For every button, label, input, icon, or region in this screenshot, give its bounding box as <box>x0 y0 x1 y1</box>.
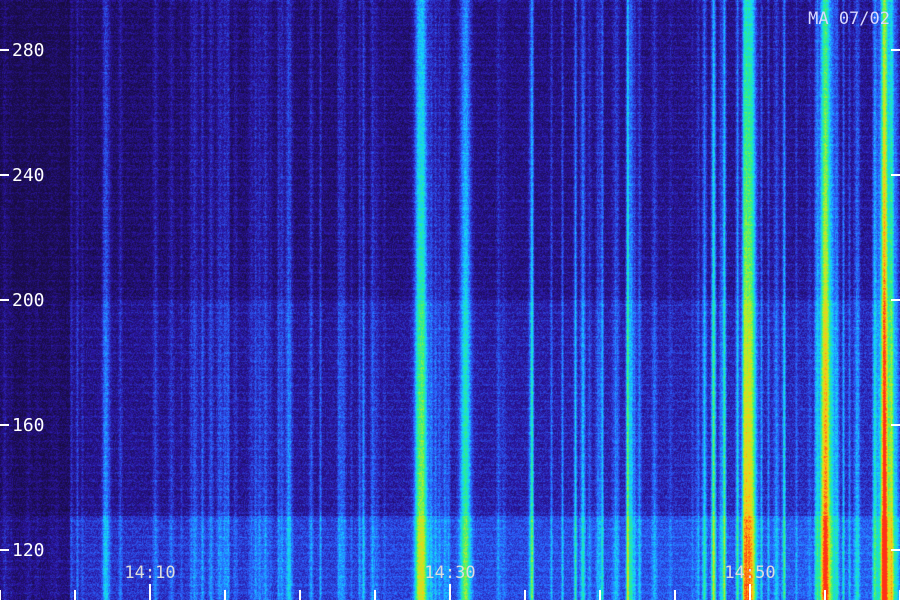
x-tick-label: 14:50 <box>724 563 775 583</box>
x-tick-label: 14:10 <box>124 563 175 583</box>
x-tick-label: 14:30 <box>424 563 475 583</box>
station-date-label: MA 07/02 <box>808 9 890 29</box>
y-tick-label-280: 280 <box>12 40 45 61</box>
y-tick-label-120: 120 <box>12 540 45 561</box>
spectrogram-overlay: 120 160 200 240 280 14:10 14:30 14:50 MA 07/02 <box>0 9 900 600</box>
y-tick-label-200: 200 <box>12 290 45 311</box>
y-tick-label-160: 160 <box>12 415 45 436</box>
x-axis: 14:10 14:30 14:50 <box>0 563 900 600</box>
y-tick-label-240: 240 <box>12 165 45 186</box>
y-axis: 120 160 200 240 280 <box>0 40 900 561</box>
